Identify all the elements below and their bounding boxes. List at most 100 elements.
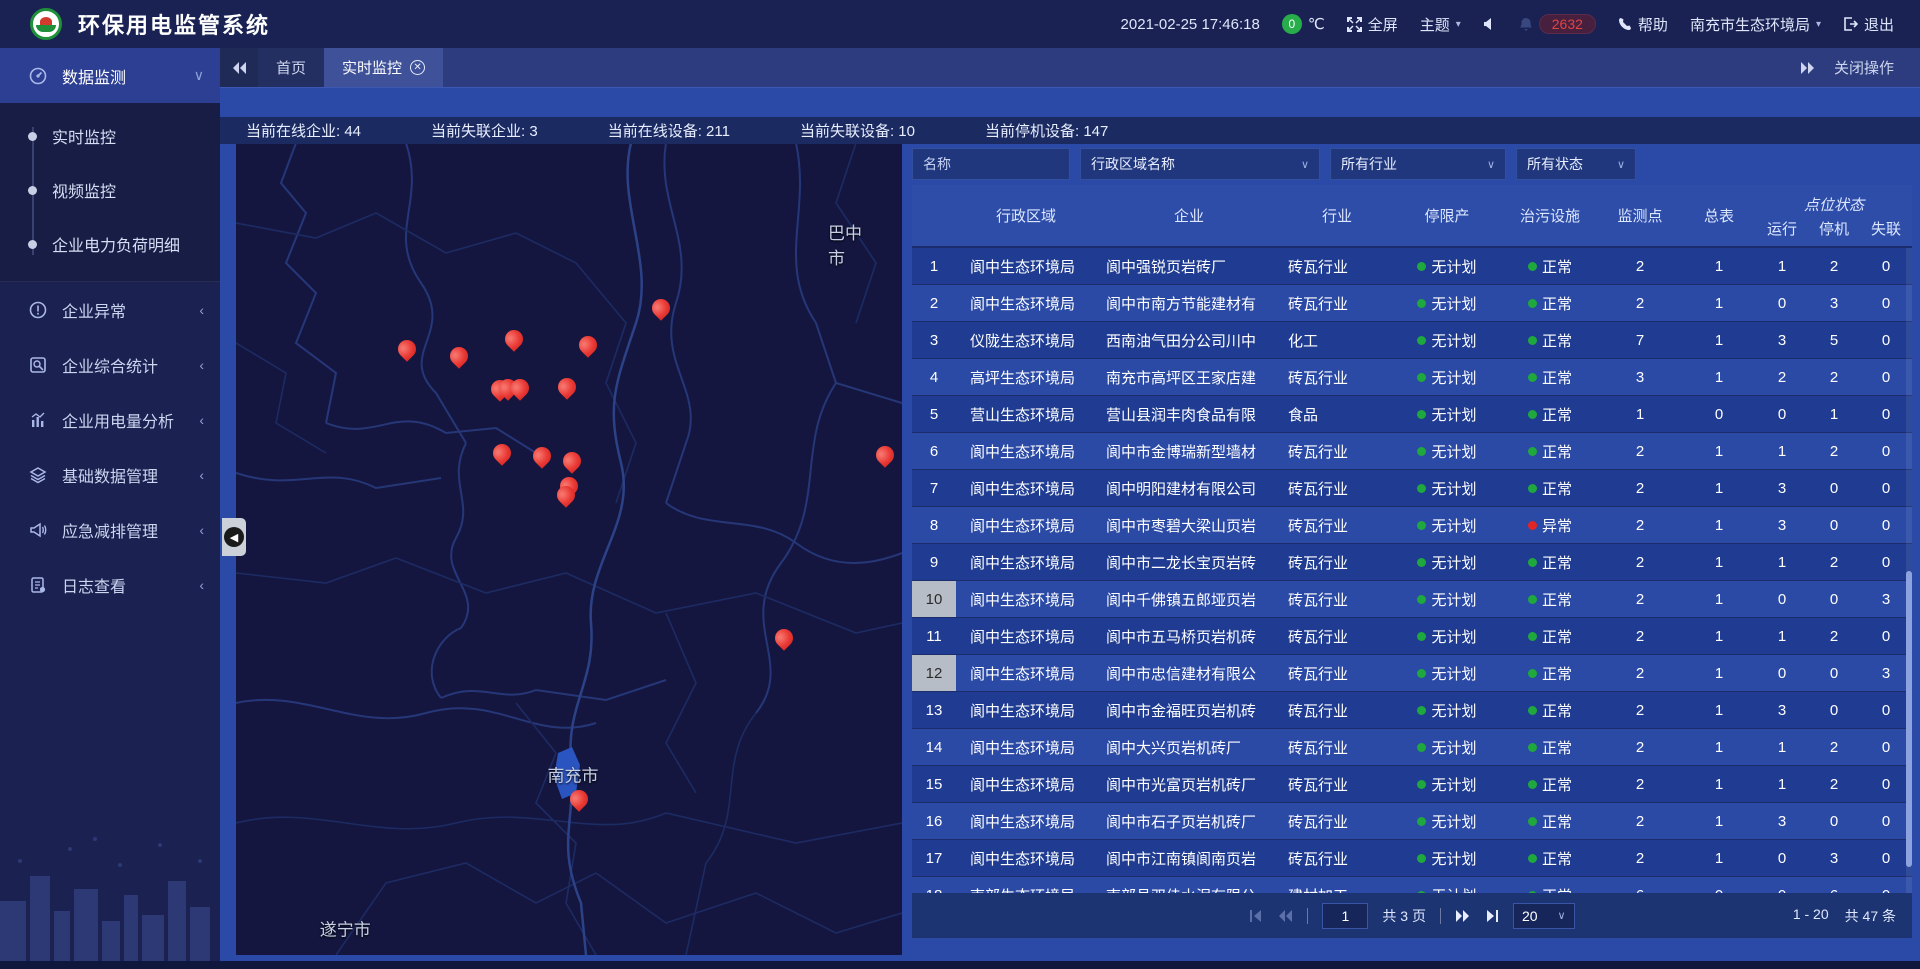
map-panel[interactable]: 巴中市南充市遂宁市 (236, 143, 902, 955)
table-row[interactable]: 14阆中生态环境局阆中大兴页岩机砖厂砖瓦行业无计划正常21120 (912, 729, 1912, 766)
industry-select-value: 所有行业 (1341, 154, 1397, 174)
map-pin[interactable] (533, 447, 551, 465)
cell-monitor-count: 2 (1598, 544, 1682, 580)
cell-region: 阆中生态环境局 (956, 248, 1096, 284)
cell-stop-status: 无计划 (1392, 433, 1502, 469)
bullet-icon (28, 240, 37, 249)
map-pin[interactable] (579, 336, 597, 354)
sidebar-item-label: 企业用电量分析 (62, 408, 174, 432)
theme-dropdown[interactable]: 主题 ▾ (1420, 14, 1461, 35)
industry-select[interactable]: 所有行业 ∨ (1330, 148, 1506, 180)
table-row[interactable]: 5营山生态环境局营山县润丰肉食品有限食品无计划正常10010 (912, 396, 1912, 433)
table-row[interactable]: 11阆中生态环境局阆中市五马桥页岩机砖砖瓦行业无计划正常21120 (912, 618, 1912, 655)
status-dot (1528, 299, 1537, 308)
cell-run-count: 0 (1756, 877, 1808, 893)
sidebar-subitem-实时监控[interactable]: 实时监控 (0, 109, 220, 163)
map-pin[interactable] (570, 790, 588, 808)
table-row[interactable]: 13阆中生态环境局阆中市金福旺页岩机砖砖瓦行业无计划正常21300 (912, 692, 1912, 729)
tab-close-icon[interactable]: ✕ (410, 60, 425, 75)
table-header: 行政区域 企业 行业 停限产 治污设施 监测点 总表 点位状态 运行 停机 失联 (912, 185, 1912, 248)
region-select[interactable]: 行政区域名称 ∨ (1080, 148, 1320, 180)
sidebar-subitem-label: 企业电力负荷明细 (52, 232, 180, 256)
sidebar-item-label: 企业异常 (62, 298, 126, 322)
double-right-icon[interactable] (1800, 61, 1816, 75)
map-collapse-toggle[interactable]: ◀ (222, 518, 246, 556)
table-row[interactable]: 7阆中生态环境局阆中明阳建材有限公司砖瓦行业无计划正常21300 (912, 470, 1912, 507)
cell-stop-status: 无计划 (1392, 803, 1502, 839)
map-pin[interactable] (398, 340, 416, 358)
scrollbar-thumb[interactable] (1906, 571, 1912, 868)
cell-industry: 砖瓦行业 (1282, 433, 1392, 469)
header-point-status-group: 点位状态 (1756, 185, 1912, 217)
cell-lost-count: 0 (1860, 840, 1912, 876)
sidebar-item-5[interactable]: 基础数据管理‹ (0, 447, 220, 502)
map-pin[interactable] (652, 299, 670, 317)
map-city-label: 遂宁市 (320, 916, 371, 941)
cell-run-count: 0 (1756, 840, 1808, 876)
fullscreen-button[interactable]: 全屏 (1347, 14, 1398, 35)
table-row[interactable]: 16阆中生态环境局阆中市石子页岩机砖厂砖瓦行业无计划正常21300 (912, 803, 1912, 840)
sidebar-item-7[interactable]: 日志查看‹ (0, 557, 220, 612)
cell-index: 15 (912, 766, 956, 802)
sidebar-subitem-视频监控[interactable]: 视频监控 (0, 163, 220, 217)
map-pin[interactable] (558, 378, 576, 396)
status-dot (1417, 373, 1426, 382)
map-pin[interactable] (505, 330, 523, 348)
cell-lost-count: 3 (1860, 655, 1912, 691)
sidebar-item-3[interactable]: 企业综合统计‹ (0, 337, 220, 392)
logout-button[interactable]: 退出 (1843, 14, 1894, 35)
table-row[interactable]: 1阆中生态环境局阆中强锐页岩砖厂砖瓦行业无计划正常21120 (912, 248, 1912, 285)
table-row[interactable]: 2阆中生态环境局阆中市南方节能建材有砖瓦行业无计划正常21030 (912, 285, 1912, 322)
sidebar-item-1[interactable]: 数据监测∨ (0, 48, 220, 103)
table-row[interactable]: 9阆中生态环境局阆中市二龙长宝页岩砖砖瓦行业无计划正常21120 (912, 544, 1912, 581)
table-body: 1阆中生态环境局阆中强锐页岩砖厂砖瓦行业无计划正常211202阆中生态环境局阆中… (912, 248, 1912, 893)
sidebar-item-2[interactable]: 企业异常‹ (0, 282, 220, 337)
table-row[interactable]: 10阆中生态环境局阆中千佛镇五郎垭页岩砖瓦行业无计划正常21003 (912, 581, 1912, 618)
tab-实时监控[interactable]: 实时监控✕ (324, 48, 443, 87)
table-row[interactable]: 12阆中生态环境局阆中市忠信建材有限公砖瓦行业无计划正常21003 (912, 655, 1912, 692)
tab-scroll-left-button[interactable] (220, 48, 258, 87)
table-row[interactable]: 4高坪生态环境局南充市高坪区王家店建砖瓦行业无计划正常31220 (912, 359, 1912, 396)
page-size-select[interactable]: 20 ∨ (1513, 903, 1575, 929)
tab-首页[interactable]: 首页 (258, 48, 324, 87)
sidebar-subitem-企业电力负荷明细[interactable]: 企业电力负荷明细 (0, 217, 220, 271)
table-row[interactable]: 15阆中生态环境局阆中市光富页岩机砖厂砖瓦行业无计划正常21120 (912, 766, 1912, 803)
table-row[interactable]: 6阆中生态环境局阆中市金博瑞新型墙材砖瓦行业无计划正常21120 (912, 433, 1912, 470)
map-pin[interactable] (876, 446, 894, 464)
status-dot (1528, 558, 1537, 567)
cell-index: 18 (912, 877, 956, 893)
pager-summary: 1 - 20 共 47 条 (1793, 906, 1896, 926)
help-button[interactable]: 帮助 (1618, 14, 1668, 35)
sidebar-item-4[interactable]: 企业用电量分析‹ (0, 392, 220, 447)
map-pin[interactable] (493, 444, 511, 462)
mute-button[interactable] (1483, 17, 1497, 31)
next-page-button[interactable] (1455, 909, 1471, 923)
first-page-button[interactable] (1249, 909, 1263, 923)
last-page-button[interactable] (1485, 909, 1499, 923)
table-row[interactable]: 18南部生态环境局南部县双佳水泥有限公建材加工无计划正常60060 (912, 877, 1912, 893)
prev-page-button[interactable] (1277, 909, 1293, 923)
cell-total-meter: 0 (1682, 877, 1756, 893)
cell-company: 南充市高坪区王家店建 (1096, 359, 1282, 395)
org-dropdown[interactable]: 南充市生态环境局 ▾ (1690, 14, 1821, 35)
table-row[interactable]: 3仪陇生态环境局西南油气田分公司川中化工无计划正常71350 (912, 322, 1912, 359)
cell-lost-count: 0 (1860, 729, 1912, 765)
cell-facility-status: 正常 (1502, 729, 1598, 765)
notifications[interactable]: 2632 (1519, 14, 1596, 34)
sidebar-item-6[interactable]: 应急减排管理‹ (0, 502, 220, 557)
map-pin[interactable] (563, 452, 581, 470)
map-pin[interactable] (557, 486, 575, 504)
map-pin[interactable] (775, 629, 793, 647)
cell-halt-count: 2 (1808, 544, 1860, 580)
map-pin[interactable] (450, 347, 468, 365)
name-search-input[interactable] (912, 148, 1070, 180)
status-select[interactable]: 所有状态 ∨ (1516, 148, 1636, 180)
table-row[interactable]: 17阆中生态环境局阆中市江南镇阆南页岩砖瓦行业无计划正常21030 (912, 840, 1912, 877)
cell-total-meter: 1 (1682, 729, 1756, 765)
table-scrollbar[interactable] (1906, 248, 1912, 893)
chevron-left-icon: ‹ (199, 357, 204, 373)
table-row[interactable]: 8阆中生态环境局阆中市枣碧大梁山页岩砖瓦行业无计划异常21300 (912, 507, 1912, 544)
page-number-input[interactable] (1322, 903, 1368, 929)
close-operations-button[interactable]: 关闭操作 (1834, 57, 1894, 78)
map-pin[interactable] (511, 379, 529, 397)
